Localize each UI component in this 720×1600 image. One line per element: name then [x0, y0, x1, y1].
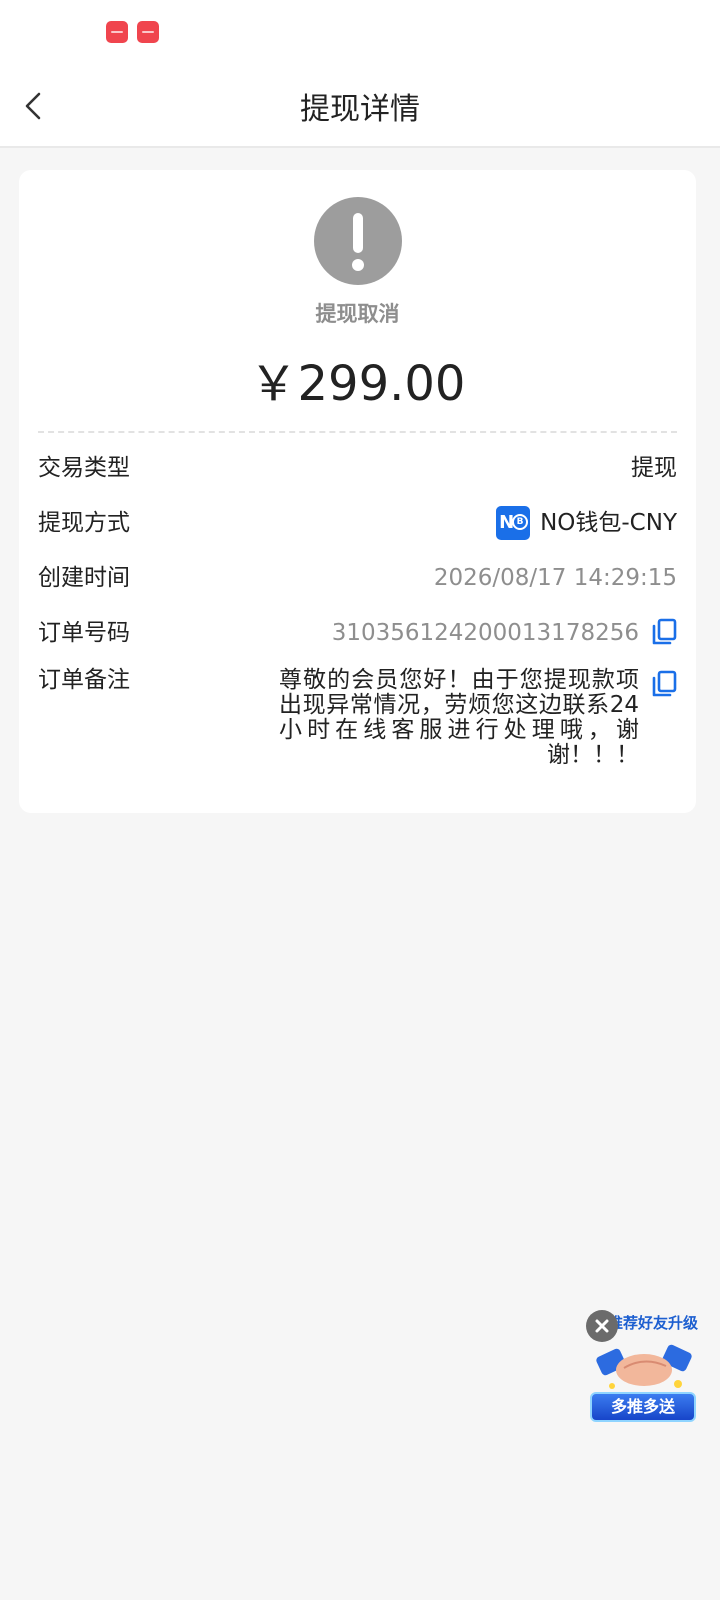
- order-label: 订单号码: [38, 620, 130, 646]
- copy-order-button[interactable]: [651, 618, 677, 646]
- wallet-logo-icon: NB: [496, 506, 531, 540]
- page-title: 提现详情: [300, 92, 420, 127]
- promo-close-button[interactable]: [586, 1310, 618, 1342]
- promo-title: 推荐好友升级: [608, 1314, 699, 1332]
- copy-icon: [652, 670, 677, 697]
- dashed-divider: [38, 431, 677, 433]
- created-value: 2026/08/17 14:29:15: [433, 565, 677, 591]
- detail-row-type: 交易类型 提现: [38, 448, 677, 488]
- navigation-bar: 提现详情: [0, 66, 720, 148]
- copy-icon: [652, 618, 677, 645]
- status-bar: [0, 0, 720, 66]
- note-value: 尊敬的会员您好！由于您提现款项出现异常情况，劳烦您这边联系24小时在线客服进行处…: [279, 667, 639, 768]
- handshake-icon: [596, 1344, 692, 1389]
- method-label: 提现方式: [38, 510, 130, 536]
- amount-value: ￥299.00: [249, 356, 466, 412]
- referral-promo-widget[interactable]: 推荐好友升级 多推多送: [586, 1310, 700, 1428]
- note-label: 订单备注: [38, 667, 130, 693]
- method-value: NO钱包-CNY: [540, 510, 677, 536]
- notification-app-icon: [106, 21, 128, 43]
- type-value: 提现: [631, 455, 677, 481]
- detail-row-note: 订单备注 尊敬的会员您好！由于您提现款项出现异常情况，劳烦您这边联系24小时在线…: [38, 662, 677, 772]
- method-value-group: NB NO钱包-CNY: [496, 503, 677, 543]
- notification-app-icon: [137, 21, 159, 43]
- detail-row-created: 创建时间 2026/08/17 14:29:15: [38, 558, 677, 598]
- withdrawal-detail-card: 提现取消 ￥299.00 交易类型 提现 提现方式 NB NO钱包-CNY 创建…: [19, 170, 696, 813]
- created-label: 创建时间: [38, 565, 130, 591]
- order-value: 310356124200013178256: [331, 620, 639, 646]
- close-icon: [595, 1319, 609, 1333]
- copy-note-button[interactable]: [651, 670, 677, 698]
- detail-row-method: 提现方式 NB NO钱包-CNY: [38, 503, 677, 543]
- type-label: 交易类型: [38, 455, 130, 481]
- promo-button[interactable]: 多推多送: [590, 1392, 696, 1422]
- status-label: 提现取消: [315, 302, 400, 326]
- detail-row-order: 订单号码 310356124200013178256: [38, 613, 677, 653]
- exclamation-icon: [314, 197, 402, 285]
